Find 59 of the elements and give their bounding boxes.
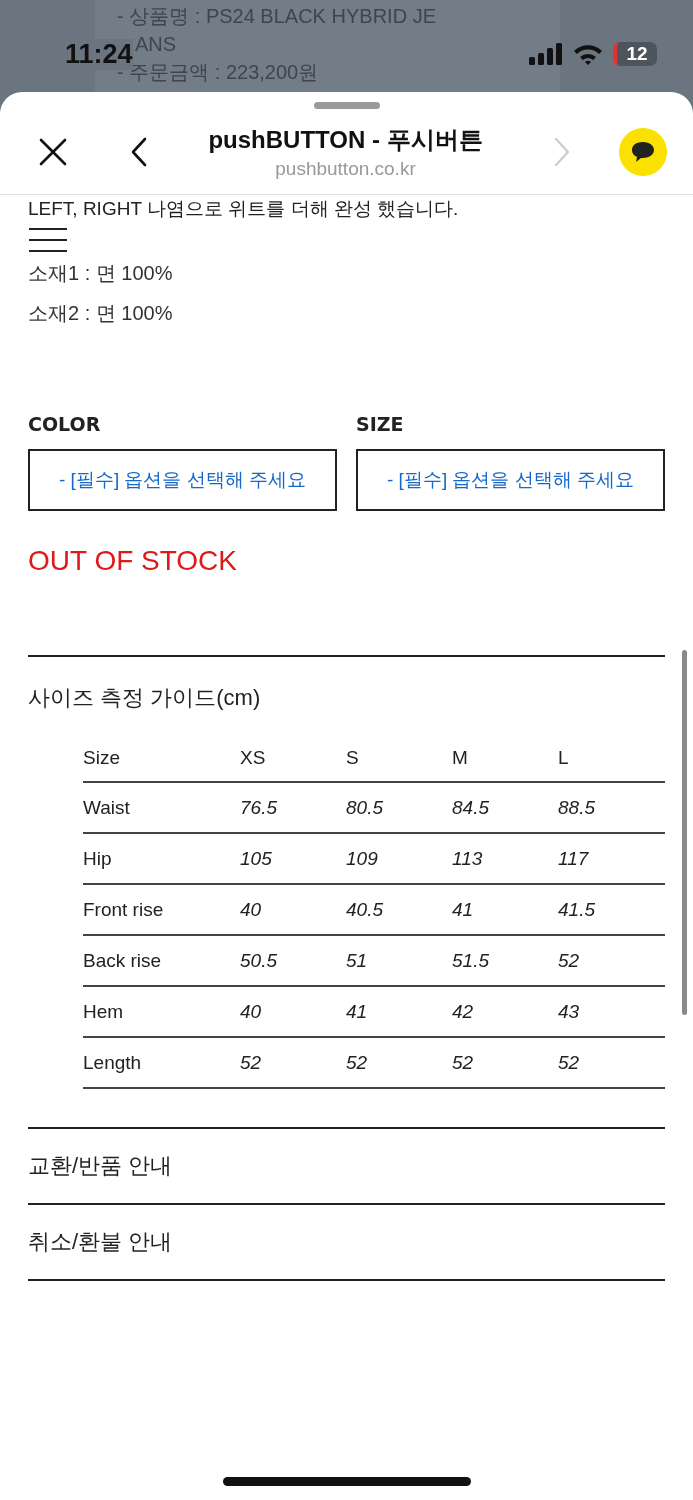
table-cell: 80.5 (346, 796, 383, 819)
grab-handle[interactable] (313, 102, 380, 109)
table-cell: 52 (346, 1051, 368, 1074)
battery-icon: 12 (613, 42, 657, 66)
table-cell: Back rise (83, 949, 162, 972)
status-time: 11:24 (65, 38, 133, 70)
scrollbar[interactable] (682, 650, 687, 1015)
table-cell: 52 (240, 1051, 262, 1074)
wifi-icon (573, 43, 603, 65)
table-cell: 42 (452, 1000, 474, 1023)
section-link[interactable]: 교환/반품 안내 (28, 1129, 665, 1205)
table-cell: Waist (83, 796, 130, 819)
table-cell: 84.5 (452, 796, 489, 819)
table-cell: 117 (558, 847, 589, 870)
table-cell: 105 (240, 847, 272, 870)
table-cell: Front rise (83, 898, 164, 921)
page-title: pushBUTTON - 푸시버튼 (208, 124, 483, 155)
column-header: S (346, 747, 359, 769)
option-label: SIZE (356, 413, 405, 435)
column-header: M (452, 747, 468, 769)
section-link[interactable]: 취소/환불 안내 (28, 1205, 665, 1281)
table-cell: 76.5 (240, 796, 277, 819)
table-cell: 51 (346, 949, 368, 972)
option-select[interactable]: - [필수] 옵션을 선택해 주세요 (28, 449, 337, 511)
table-cell: 41.5 (558, 898, 595, 921)
column-header: XS (240, 747, 266, 769)
signal-icon (529, 43, 563, 65)
table-cell: Hip (83, 847, 112, 870)
material-text: 소재2 : 면 100% (28, 301, 174, 326)
table-cell: 51.5 (452, 949, 489, 972)
triple-line-icon (28, 227, 68, 253)
table-cell: 40.5 (346, 898, 383, 921)
column-header: Size (83, 747, 120, 769)
option-select[interactable]: - [필수] 옵션을 선택해 주세요 (356, 449, 665, 511)
description-text: LEFT, RIGHT 나염으로 위트를 더해 완성 했습니다. (28, 197, 459, 221)
table-cell: 113 (452, 847, 483, 870)
page-url: pushbutton.co.kr (275, 157, 416, 180)
stock-status: OUT OF STOCK (28, 545, 238, 577)
close-icon[interactable] (38, 136, 68, 167)
section-title: 사이즈 측정 가이드(cm) (28, 684, 262, 712)
table-cell: 43 (558, 1000, 580, 1023)
table-cell: 41 (346, 1000, 368, 1023)
material-text: 소재1 : 면 100% (28, 261, 174, 286)
table-cell: 52 (558, 949, 580, 972)
table-cell: 52 (452, 1051, 474, 1074)
table-cell: Length (83, 1051, 142, 1074)
table-cell: 40 (240, 1000, 262, 1023)
table-cell: 88.5 (558, 796, 595, 819)
table-cell: 109 (346, 847, 378, 870)
table-cell: 52 (558, 1051, 580, 1074)
table-cell: 41 (452, 898, 474, 921)
table-cell: 40 (240, 898, 262, 921)
table-cell: Hem (83, 1000, 124, 1023)
option-label: COLOR (28, 413, 102, 435)
back-icon[interactable] (130, 136, 148, 167)
page-text: - 상품명 : PS24 BLACK HYBRID JE (117, 4, 436, 29)
column-header: L (558, 747, 569, 769)
table-cell: 50.5 (240, 949, 277, 972)
chat-bubble-icon[interactable] (619, 127, 667, 176)
